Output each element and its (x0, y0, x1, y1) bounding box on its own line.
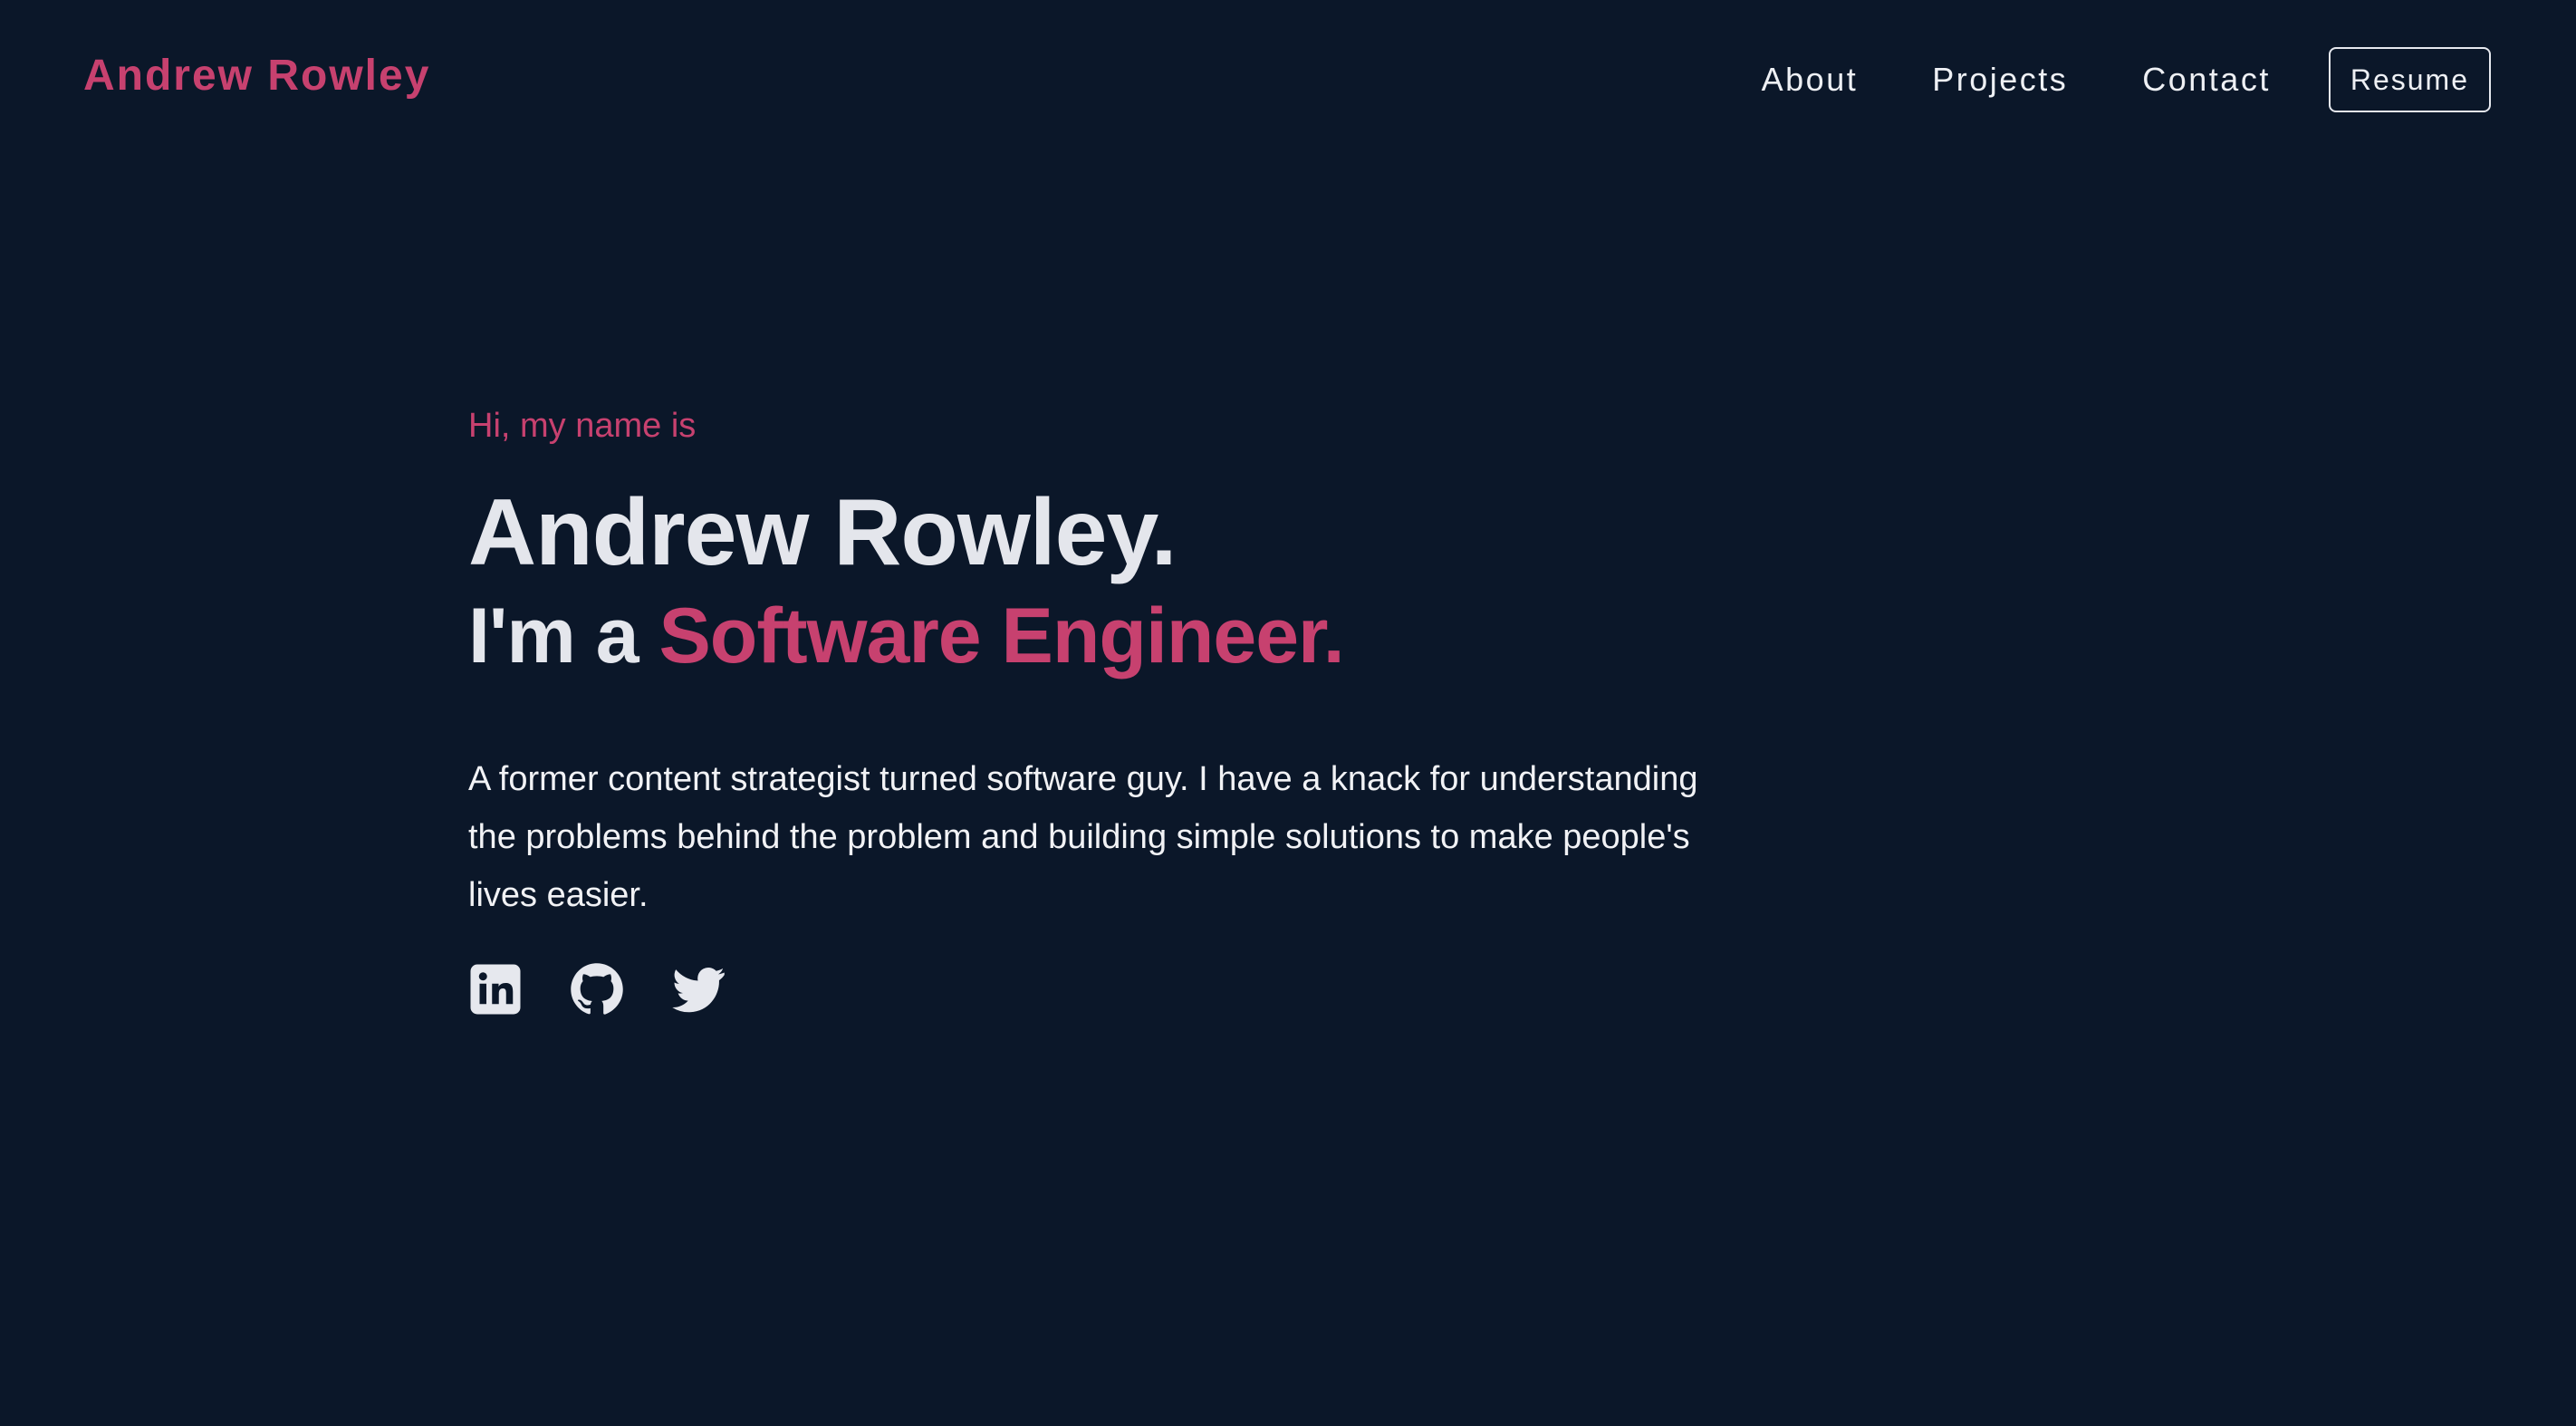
hero-role-highlight: Software Engineer. (658, 593, 1344, 679)
linkedin-link[interactable] (468, 962, 523, 1017)
github-icon (571, 963, 623, 1015)
hero-greeting: Hi, my name is (468, 407, 697, 445)
github-link[interactable] (570, 962, 624, 1017)
main-nav: About Projects Contact Resume (1762, 47, 2491, 112)
hero-bio: A former content strategist turned softw… (468, 760, 1698, 914)
linkedin-icon (470, 964, 521, 1015)
social-links (468, 962, 1736, 1017)
nav-link-contact[interactable]: Contact (2142, 61, 2271, 99)
site-header: Andrew Rowley About Projects Contact Res… (0, 0, 2576, 163)
hero-name: Andrew Rowley. (468, 480, 1177, 585)
hero-role: I'm a Software Engineer. (468, 585, 1736, 687)
twitter-link[interactable] (671, 962, 726, 1017)
nav-link-projects[interactable]: Projects (1932, 61, 2068, 99)
hero-section: Hi, my name is Andrew Rowley. I'm a Soft… (468, 399, 1736, 1017)
nav-link-about[interactable]: About (1762, 61, 1859, 99)
hero-role-prefix: I'm a (468, 593, 659, 679)
twitter-icon (672, 967, 725, 1013)
resume-button[interactable]: Resume (2328, 47, 2491, 112)
site-logo[interactable]: Andrew Rowley (83, 51, 430, 101)
